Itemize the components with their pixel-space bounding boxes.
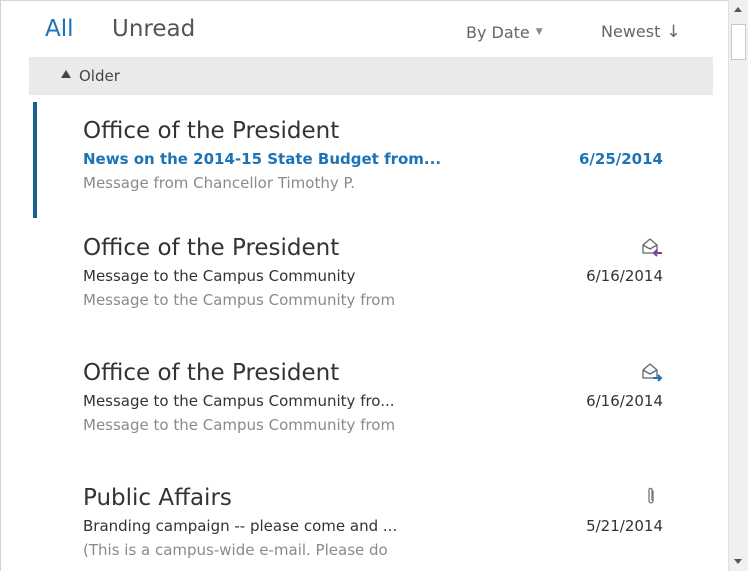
- sort-order-toggle[interactable]: Newest ↓: [601, 20, 681, 44]
- vertical-scrollbar[interactable]: [728, 0, 748, 571]
- scroll-down-button[interactable]: [729, 551, 748, 571]
- sort-by-label: By Date: [466, 23, 530, 42]
- message-subject: News on the 2014-15 State Budget from...: [83, 150, 442, 168]
- message-item[interactable]: Office of the President News on the 2014…: [29, 102, 713, 218]
- sort-order-label: Newest: [601, 22, 661, 41]
- filter-unread-tab[interactable]: Unread: [112, 14, 195, 44]
- collapse-triangle-icon[interactable]: [61, 70, 71, 78]
- message-date: 6/16/2014: [586, 392, 663, 410]
- message-list-pane: All Unread By Date ▼ Newest ↓ Older Office…: [0, 0, 748, 571]
- message-preview: Message from Chancellor Timothy P.: [83, 174, 355, 192]
- filter-bar: All Unread By Date ▼ Newest ↓: [0, 0, 728, 58]
- message-preview: (This is a campus-wide e-mail. Please do: [83, 541, 388, 559]
- message-preview: Message to the Campus Community from: [83, 291, 396, 309]
- selection-indicator: [33, 102, 37, 218]
- arrow-down-icon: ↓: [666, 22, 681, 42]
- message-subject: Message to the Campus Community fro...: [83, 392, 395, 410]
- message-date: 6/16/2014: [586, 267, 663, 285]
- message-subject: Message to the Campus Community: [83, 267, 356, 285]
- message-date: 5/21/2014: [586, 517, 663, 535]
- left-divider: [0, 0, 1, 571]
- message-sender: Office of the President: [83, 235, 340, 261]
- chevron-down-icon: ▼: [535, 27, 543, 37]
- message-item[interactable]: Public Affairs Branding campaign -- plea…: [29, 469, 713, 571]
- message-sender: Office of the President: [83, 118, 340, 144]
- envelope-replied-icon: [641, 237, 663, 257]
- message-subject: Branding campaign -- please come and ...: [83, 517, 398, 535]
- sort-by-dropdown[interactable]: By Date ▼: [466, 20, 543, 45]
- scroll-thumb[interactable]: [731, 24, 746, 60]
- message-item[interactable]: Office of the President Message to the C…: [29, 344, 713, 460]
- message-date: 6/25/2014: [578, 150, 663, 168]
- message-sender: Office of the President: [83, 360, 340, 386]
- message-sender: Public Affairs: [83, 485, 232, 511]
- filter-all-tab[interactable]: All: [45, 14, 74, 44]
- envelope-forwarded-icon: [641, 362, 663, 382]
- paperclip-icon: [641, 487, 663, 507]
- scroll-up-button[interactable]: [729, 0, 748, 20]
- group-label: Older: [79, 67, 120, 85]
- message-preview: Message to the Campus Community from: [83, 416, 396, 434]
- message-item[interactable]: Office of the President Message to the C…: [29, 219, 713, 335]
- group-header-older[interactable]: Older: [29, 57, 713, 95]
